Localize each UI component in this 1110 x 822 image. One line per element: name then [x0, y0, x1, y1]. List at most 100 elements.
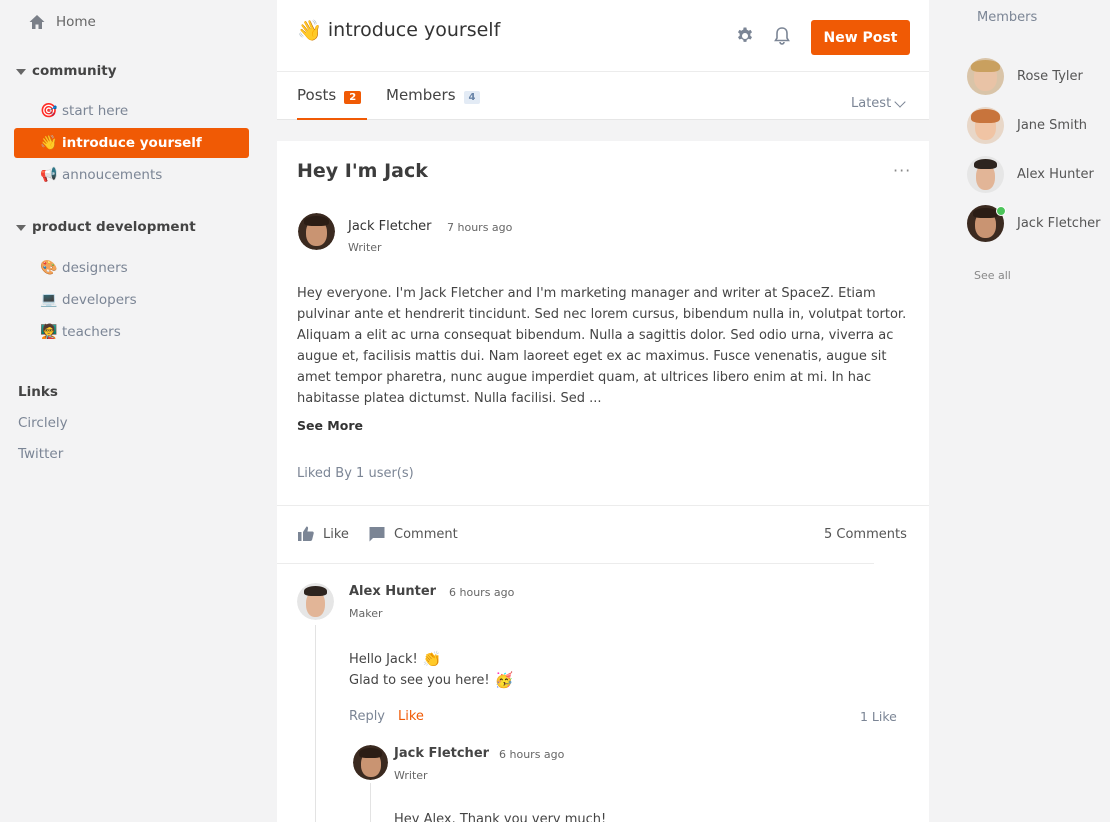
divider — [277, 563, 874, 564]
avatar[interactable] — [297, 583, 334, 620]
group-title: community — [32, 63, 117, 79]
comment-text-line: Hello Jack! 👏 — [349, 650, 441, 668]
sort-label: Latest — [851, 96, 892, 111]
thread-line — [315, 625, 316, 822]
divider — [277, 505, 929, 506]
comment-author-role: Writer — [394, 769, 428, 782]
avatar — [967, 205, 1006, 242]
main-content: 👋 introduce yourself New Post Posts 2 Me… — [277, 0, 929, 822]
channel-header: 👋 introduce yourself New Post Posts 2 Me… — [277, 0, 929, 120]
channel-label: teachers — [62, 324, 121, 340]
avatar — [967, 58, 1004, 95]
megaphone-icon: 📢 — [40, 167, 58, 183]
comment-time: 6 hours ago — [449, 586, 515, 599]
see-more-link[interactable]: See More — [297, 418, 363, 433]
channel-start-here[interactable]: 🎯 start here — [14, 96, 249, 126]
member-name: Jane Smith — [1017, 118, 1088, 133]
thread-line — [370, 783, 371, 822]
tab-posts[interactable]: Posts 2 — [297, 86, 367, 120]
members-panel: Members Rose Tyler Jane Smith Alex Hunte… — [945, 0, 1110, 822]
comment-like-count: 1 Like — [860, 709, 897, 724]
channel-label: developers — [62, 292, 137, 308]
group-community[interactable]: community — [16, 63, 117, 79]
see-all-members-link[interactable]: See all — [974, 269, 1011, 282]
channel-label: annoucements — [62, 167, 163, 183]
member-jane-smith[interactable]: Jane Smith — [967, 107, 1087, 144]
member-alex-hunter[interactable]: Alex Hunter — [967, 156, 1094, 193]
post-card: Hey I'm Jack ··· Jack Fletcher 7 hours a… — [277, 141, 929, 822]
waving-hand-icon: 👋 — [40, 135, 58, 151]
comment-text: Glad to see you here! — [349, 672, 490, 688]
channel-title: 👋 introduce yourself — [297, 18, 500, 42]
link-twitter[interactable]: Twitter — [18, 446, 63, 462]
channel-annoucements[interactable]: 📢 annoucements — [14, 160, 249, 190]
like-button[interactable]: Like — [297, 525, 349, 543]
avatar — [967, 107, 1004, 144]
members-count-badge: 4 — [463, 91, 481, 104]
comment-time: 6 hours ago — [499, 748, 565, 761]
channel-label: start here — [62, 103, 129, 119]
group-product-development[interactable]: product development — [16, 219, 196, 235]
new-post-button[interactable]: New Post — [811, 20, 910, 55]
group-title: product development — [32, 219, 196, 235]
left-sidebar: Home community 🎯 start here 👋 introduce … — [0, 0, 262, 822]
channel-label: introduce yourself — [62, 135, 202, 151]
channel-title-text: introduce yourself — [327, 19, 501, 41]
post-body: Hey everyone. I'm Jack Fletcher and I'm … — [297, 286, 907, 406]
link-circlely[interactable]: Circlely — [18, 415, 68, 431]
online-status-indicator — [996, 206, 1006, 216]
tab-label: Posts — [297, 86, 337, 104]
comment-text: Hello Jack! — [349, 651, 418, 667]
party-face-icon: 🥳 — [494, 671, 514, 689]
caret-down-icon — [16, 69, 26, 75]
members-title: Members — [977, 10, 1038, 25]
thumbs-up-icon — [297, 525, 315, 543]
avatar[interactable] — [353, 745, 388, 780]
comments-count[interactable]: 5 Comments — [824, 527, 907, 542]
post-time: 7 hours ago — [447, 221, 513, 234]
links-heading: Links — [18, 384, 58, 400]
avatar[interactable] — [298, 213, 335, 250]
comment-icon — [368, 525, 386, 543]
bell-icon[interactable] — [773, 26, 791, 46]
caret-down-icon — [16, 225, 26, 231]
comment-label: Comment — [394, 526, 458, 542]
teacher-icon: 🧑‍🏫 — [40, 324, 58, 340]
nav-home[interactable]: Home — [28, 10, 96, 34]
clapping-hands-icon: 👏 — [422, 650, 442, 668]
channel-designers[interactable]: 🎨 designers — [14, 253, 249, 283]
gear-icon[interactable] — [735, 26, 755, 46]
comment-text-line: Glad to see you here! 🥳 — [349, 671, 513, 689]
member-rose-tyler[interactable]: Rose Tyler — [967, 58, 1083, 95]
comment-button[interactable]: Comment — [368, 525, 458, 543]
comment-text-line: Hey Alex. Thank you very much! — [394, 812, 606, 822]
nav-home-label: Home — [56, 14, 96, 30]
like-label: Like — [323, 526, 349, 542]
comment-reply-button[interactable]: Reply — [349, 709, 385, 724]
comment-author-name[interactable]: Alex Hunter — [349, 584, 436, 599]
liked-by[interactable]: Liked By 1 user(s) — [297, 466, 414, 481]
comment-author-name[interactable]: Jack Fletcher — [394, 746, 489, 761]
member-jack-fletcher[interactable]: Jack Fletcher — [967, 205, 1101, 242]
channel-introduce-yourself[interactable]: 👋 introduce yourself — [14, 128, 249, 158]
comment-text: Hey Alex. Thank you very much! — [394, 812, 607, 822]
comment-like-button[interactable]: Like — [398, 709, 424, 724]
post-author-name[interactable]: Jack Fletcher — [348, 219, 432, 234]
member-name: Rose Tyler — [1017, 69, 1083, 84]
laptop-icon: 💻 — [40, 292, 58, 308]
channel-teachers[interactable]: 🧑‍🏫 teachers — [14, 317, 249, 347]
tab-members[interactable]: Members 4 — [386, 86, 481, 120]
sort-dropdown[interactable]: Latest — [851, 95, 906, 111]
member-name: Jack Fletcher — [1017, 216, 1101, 231]
channel-developers[interactable]: 💻 developers — [14, 285, 249, 315]
post-author-role: Writer — [348, 241, 382, 254]
post-title: Hey I'm Jack — [297, 160, 428, 182]
more-options-icon[interactable]: ··· — [893, 161, 911, 180]
tab-label: Members — [386, 86, 456, 104]
waving-hand-icon: 👋 — [297, 18, 322, 42]
avatar — [967, 156, 1004, 193]
channel-label: designers — [62, 260, 128, 276]
chevron-down-icon — [894, 95, 906, 108]
posts-count-badge: 2 — [344, 91, 362, 104]
comment-author-role: Maker — [349, 607, 383, 620]
